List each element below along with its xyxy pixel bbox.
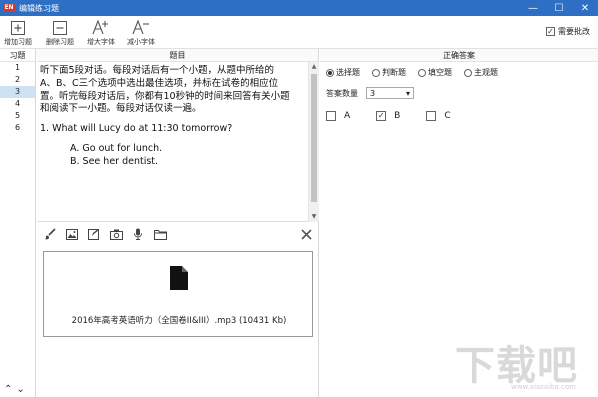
question-list-item[interactable]: 4 [0,98,35,110]
question-list-item[interactable]: 2 [0,74,35,86]
question-pane-header: 题目 [37,49,318,62]
minimize-button[interactable]: — [520,0,546,16]
scroll-up-icon[interactable]: ▲ [309,62,319,72]
answer-checkbox[interactable] [426,111,437,121]
scroll-down-icon[interactable]: ▼ [309,212,319,222]
media-toolbar [37,224,319,244]
radio-selected[interactable] [326,68,334,77]
chevron-down-icon: ▾ [405,88,410,98]
camera-icon[interactable] [109,227,123,241]
nav-down-icon[interactable]: ⌄ [16,384,24,395]
needs-grading-toggle[interactable]: ✓ 需要批改 [546,26,590,37]
radio[interactable] [464,68,472,77]
microphone-icon[interactable] [131,227,145,241]
type-option-judgement[interactable]: 判断题 [372,67,406,78]
answer-pane-header: 正确答案 [320,49,598,62]
decrease-font-label: 减小字体 [127,38,155,46]
image-icon[interactable] [65,227,79,241]
add-question-label: 增加习题 [4,38,32,46]
edit-icon[interactable] [87,227,101,241]
answer-count-select[interactable]: 3 ▾ [366,87,414,99]
delete-question-button[interactable]: 删除习题 [42,19,78,47]
maximize-button[interactable]: ☐ [546,0,572,16]
close-window-button[interactable]: ✕ [572,0,598,16]
attachment-box[interactable]: 2016年高考英语听力（全国卷II&III）.mp3 (10431 Kb) [43,251,313,337]
answer-label: B [394,111,401,121]
toolbar: 增加习题 删除习题 增大字体 减小字体 ✓ 需要批改 [0,16,598,49]
clear-attachment-icon[interactable] [299,227,313,241]
font-decrease-icon [123,19,159,35]
folder-icon[interactable] [153,227,167,241]
question-pane: 题目 听下面5段对话。每段对话后有一个小题，从题中所给的 A、B、C三个选项中选… [37,49,319,397]
add-question-button[interactable]: 增加习题 [0,19,36,47]
nav-up-icon[interactable]: ⌃ [4,384,12,395]
radio[interactable] [372,68,380,77]
decrease-font-button[interactable]: 减小字体 [123,19,159,47]
brush-icon[interactable] [43,227,57,241]
answer-option-c[interactable]: C [426,111,451,121]
question-list: 习题 1 2 3 4 5 6 ⌃ ⌄ [0,49,36,397]
question-list-item[interactable]: 5 [0,110,35,122]
scroll-thumb[interactable] [311,74,317,202]
type-option-choice[interactable]: 选择题 [326,67,360,78]
needs-grading-label: 需要批改 [558,27,590,36]
file-icon [170,266,188,293]
answer-option-a[interactable]: A [326,111,350,121]
type-label: 判断题 [382,68,406,77]
question-option-a: A. Go out for lunch. [70,142,163,154]
question-list-header: 习题 [0,49,35,62]
answer-label: A [344,111,351,121]
type-option-subjective[interactable]: 主观题 [464,67,498,78]
delete-question-label: 删除习题 [46,38,74,46]
question-list-nav: ⌃ ⌄ [4,384,25,395]
question-intro-line: A、B、C三个选项中选出最佳选项，并标在试卷的相应位 [40,77,279,89]
answer-count-value: 3 [370,88,376,98]
question-intro-line: 置。听完每段对话后，你都有10秒钟的时间来回答有关小题 [40,90,290,102]
type-label: 选择题 [336,68,360,77]
question-list-item[interactable]: 1 [0,62,35,74]
watermark: 下载吧 www.xiazaiba.com [448,333,578,391]
app-logo: EN [3,4,15,12]
answer-count-label: 答案数量 [326,88,358,98]
increase-font-label: 增大字体 [87,38,115,46]
question-list-item-active[interactable]: 3 [0,86,35,98]
question-stem: 1. What will Lucy do at 11:30 tomorrow? [40,123,233,135]
type-label: 填空题 [428,68,452,77]
question-list-item[interactable]: 6 [0,122,35,134]
needs-grading-checkbox[interactable]: ✓ [546,27,555,36]
question-text-editor[interactable]: 听下面5段对话。每段对话后有一个小题，从题中所给的 A、B、C三个选项中选出最佳… [37,62,319,222]
answer-checkbox-checked[interactable]: ✓ [376,111,387,121]
question-type-group: 选择题 判断题 填空题 主观题 [326,67,510,78]
question-option-b: B. See her dentist. [70,155,159,167]
radio[interactable] [418,68,426,77]
type-option-fill-blank[interactable]: 填空题 [418,67,452,78]
window-title: 编辑练习题 [19,3,59,13]
attachment-file-name: 2016年高考英语听力（全国卷II&III）.mp3 (10431 Kb) [71,316,287,326]
answer-label: C [444,111,451,121]
watermark-url: www.xiazaiba.com [511,383,576,391]
font-increase-icon [83,19,119,35]
increase-font-button[interactable]: 增大字体 [83,19,119,47]
answer-option-b[interactable]: ✓ B [376,111,400,121]
question-intro-line: 和阅读下一小题。每段对话仅读一遍。 [40,103,202,115]
answer-options: A ✓ B C [326,111,477,121]
question-intro-line: 听下面5段对话。每段对话后有一个小题，从题中所给的 [40,65,275,76]
window-controls: — ☐ ✕ [520,0,598,16]
answer-count-row: 答案数量 3 ▾ [326,87,414,99]
type-label: 主观题 [474,68,498,77]
question-text[interactable]: 听下面5段对话。每段对话后有一个小题，从题中所给的 A、B、C三个选项中选出最佳… [40,65,304,169]
question-text-scrollbar[interactable]: ▲ ▼ [308,62,319,222]
add-square-icon [0,19,36,35]
title-bar: EN 编辑练习题 — ☐ ✕ [0,0,598,16]
answer-pane: 正确答案 选择题 判断题 填空题 主观题 答案数量 3 ▾ A ✓ B C 下载… [320,49,598,397]
remove-square-icon [42,19,78,35]
answer-checkbox[interactable] [326,111,336,121]
